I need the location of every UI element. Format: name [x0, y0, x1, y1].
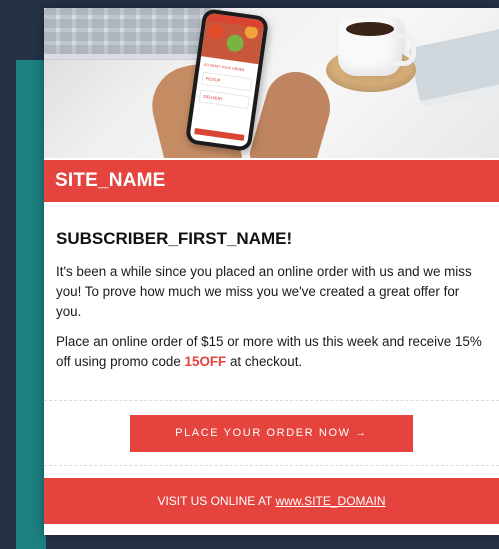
promo-code: 15OFF — [184, 354, 227, 369]
cta-section: PLACE YOUR ORDER NOW → — [44, 400, 499, 466]
body-paragraph-2: Place an online order of $15 or more wit… — [56, 332, 487, 372]
body-paragraph-1: It's been a while since you placed an on… — [56, 264, 472, 319]
phone-row-pickup: PICKUP — [201, 71, 253, 92]
phone-row-delivery: DELIVERY — [198, 89, 250, 110]
phone-screen: SO WHAT YOUR ORDER PICKUP DELIVERY — [189, 12, 265, 148]
coffee-mug-illustration — [338, 18, 416, 76]
offer-text-end: at checkout. — [226, 354, 303, 369]
hero-image: SO WHAT YOUR ORDER PICKUP DELIVERY — [44, 8, 499, 158]
site-domain-link[interactable]: www.SITE_DOMAIN — [276, 494, 386, 508]
keyboard-illustration — [44, 8, 221, 60]
email-card: SO WHAT YOUR ORDER PICKUP DELIVERY SITE_… — [44, 8, 499, 535]
greeting-heading: SUBSCRIBER_FIRST_NAME! — [56, 229, 293, 248]
footer-bar: VISIT US ONLINE AT www.SITE_DOMAIN — [44, 478, 499, 524]
background-accent-strip — [16, 60, 46, 549]
place-order-button[interactable]: PLACE YOUR ORDER NOW → — [130, 414, 413, 452]
right-hand-illustration — [247, 64, 339, 158]
footer-prefix: VISIT US ONLINE AT — [157, 494, 276, 508]
email-body: SUBSCRIBER_FIRST_NAME! It's been a while… — [44, 228, 499, 372]
book-illustration — [408, 28, 499, 108]
site-name-header: SITE_NAME — [44, 160, 499, 202]
